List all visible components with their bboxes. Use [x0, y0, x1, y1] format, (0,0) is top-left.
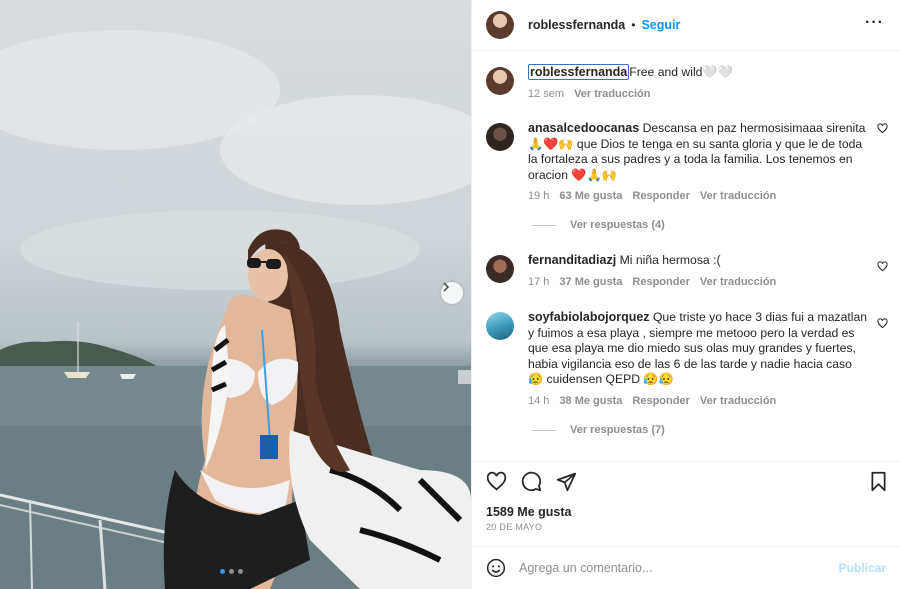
comment-likes[interactable]: 63 Me gusta [559, 189, 622, 205]
like-heart-icon[interactable] [486, 471, 507, 492]
comment-username[interactable]: fernanditadiazj [528, 253, 616, 267]
carousel-dot [238, 569, 243, 574]
header-username[interactable]: roblessfernanda [528, 18, 625, 32]
avatar[interactable] [486, 123, 514, 151]
caption-text: Free and wild🤍🤍 [629, 65, 733, 79]
reply-button[interactable]: Responder [632, 275, 689, 291]
post-header: roblessfernanda • Seguir ··· [472, 0, 900, 51]
view-replies-label: Ver respuestas (7) [570, 424, 665, 436]
view-replies-button[interactable]: Ver respuestas (7) [532, 424, 665, 436]
heart-icon[interactable] [877, 123, 888, 134]
carousel-dot [229, 569, 234, 574]
view-replies-button[interactable]: Ver respuestas (4) [532, 219, 665, 231]
comment-likes[interactable]: 38 Me gusta [559, 394, 622, 410]
emoji-icon[interactable] [486, 558, 506, 578]
post-details-panel: roblessfernanda • Seguir ··· roblessfern… [471, 0, 900, 589]
post-actions: 1589 Me gusta 20 DE MAYO [472, 461, 900, 546]
comment-text: Mi niña hermosa :( [619, 253, 721, 267]
publish-button[interactable]: Publicar [839, 561, 886, 575]
add-comment-bar: Agrega un comentario... Publicar [472, 546, 900, 589]
avatar[interactable] [486, 11, 514, 39]
comment-likes[interactable]: 37 Me gusta [559, 275, 622, 291]
caption-time[interactable]: 12 sem [528, 87, 564, 103]
carousel-dots [220, 569, 243, 574]
reply-button[interactable]: Responder [632, 189, 689, 205]
bookmark-icon[interactable] [869, 471, 888, 492]
share-icon[interactable] [556, 471, 577, 492]
chevron-right-icon [443, 282, 450, 292]
comment-username[interactable]: soyfabiolabojorquez [528, 310, 650, 324]
carousel-next-button[interactable] [441, 282, 463, 304]
heart-icon[interactable] [877, 318, 888, 329]
comment-item: soyfabiolabojorquez Que triste yo hace 3… [486, 310, 888, 409]
comment-time[interactable]: 17 h [528, 275, 549, 291]
comments-list: roblessfernanda Free and wild🤍🤍 12 sem Ve… [472, 51, 900, 461]
reply-button[interactable]: Responder [632, 394, 689, 410]
caption-username[interactable]: roblessfernanda [528, 64, 630, 80]
translate-button[interactable]: Ver traducción [700, 189, 776, 205]
avatar[interactable] [486, 255, 514, 283]
comment-time[interactable]: 19 h [528, 189, 549, 205]
more-horizontal-icon[interactable]: ··· [865, 15, 884, 31]
avatar[interactable] [486, 312, 514, 340]
comment-icon[interactable] [521, 471, 542, 492]
likes-count[interactable]: 1589 Me gusta [486, 505, 571, 519]
carousel-dot [220, 569, 225, 574]
comment-item: fernanditadiazj Mi niña hermosa :( 17 h … [486, 253, 888, 290]
translate-button[interactable]: Ver traducción [700, 275, 776, 291]
caption: roblessfernanda Free and wild🤍🤍 12 sem Ve… [486, 64, 888, 103]
post-image [0, 0, 471, 589]
translate-button[interactable]: Ver traducción [700, 394, 776, 410]
comment-time[interactable]: 14 h [528, 394, 549, 410]
view-replies-label: Ver respuestas (4) [570, 219, 665, 231]
translate-button[interactable]: Ver traducción [574, 87, 650, 103]
heart-icon[interactable] [877, 261, 888, 272]
comment-item: anasalcedoocanas Descansa en paz hermosi… [486, 121, 888, 205]
separator-dot: • [631, 18, 636, 32]
post-date: 20 DE MAYO [486, 522, 543, 532]
comment-username[interactable]: anasalcedoocanas [528, 121, 639, 135]
beach-photo [0, 30, 471, 589]
follow-button[interactable]: Seguir [641, 18, 680, 32]
avatar[interactable] [486, 67, 514, 95]
comment-input[interactable]: Agrega un comentario... [519, 561, 652, 575]
